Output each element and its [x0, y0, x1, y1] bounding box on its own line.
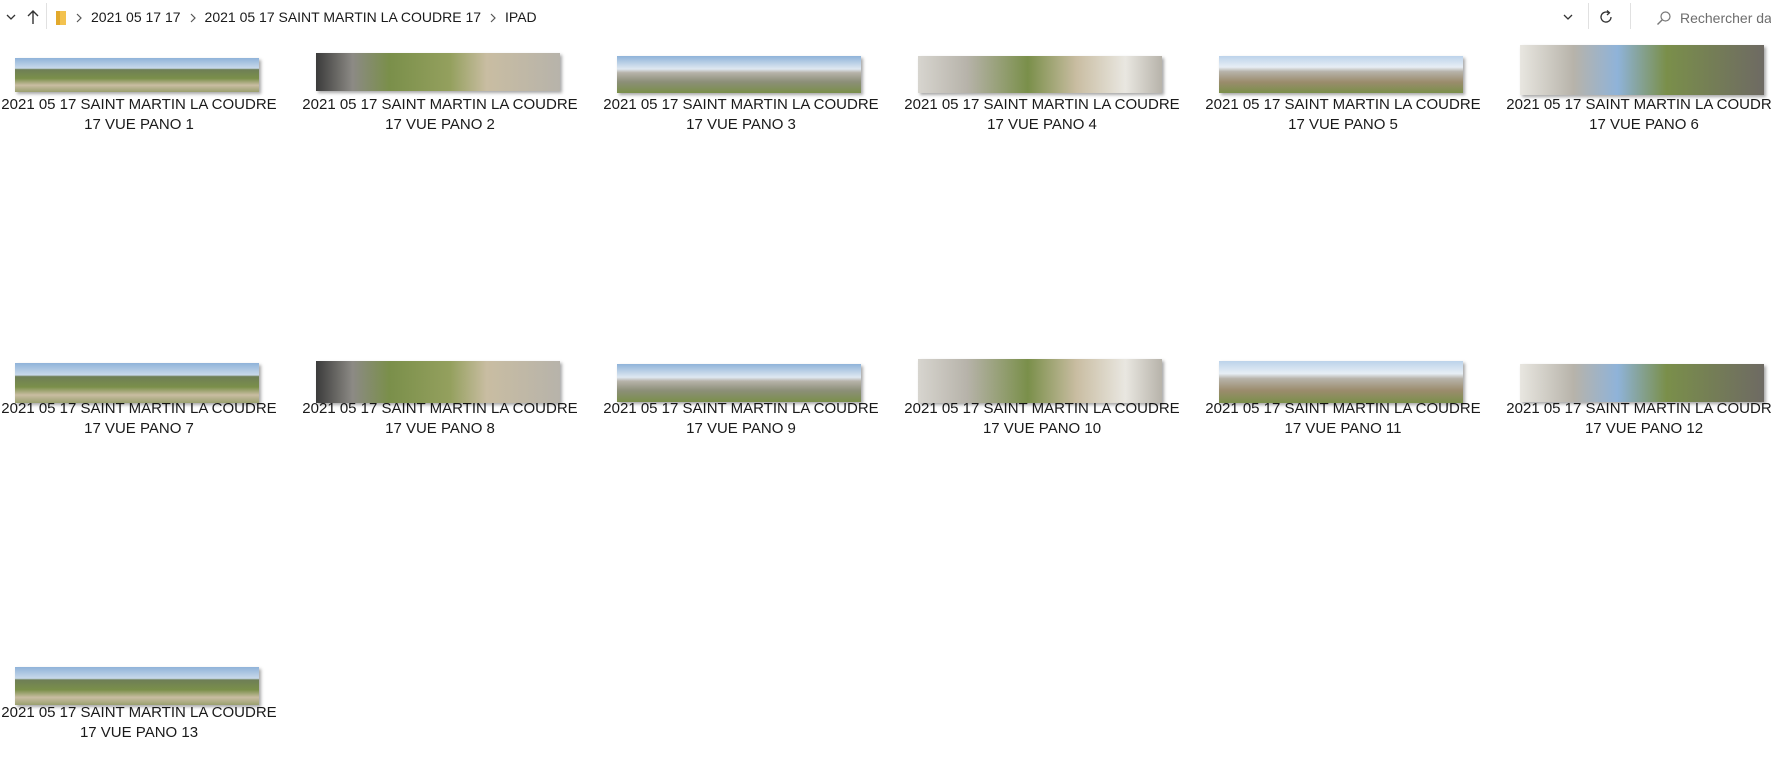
panorama-thumbnail[interactable]	[918, 359, 1162, 403]
file-name: 2021 05 17 SAINT MARTIN LA COUDRE 17 VUE …	[1505, 399, 1771, 439]
file-item[interactable]: 2021 05 17 SAINT MARTIN LA COUDRE 17 VUE …	[1204, 35, 1482, 135]
chevron-right-icon[interactable]	[187, 0, 199, 35]
chevron-down-icon	[1562, 11, 1574, 23]
file-name: 2021 05 17 SAINT MARTIN LA COUDRE 17 VUE …	[1505, 95, 1771, 135]
thumbnail-slot	[1204, 339, 1482, 403]
file-name: 2021 05 17 SAINT MARTIN LA COUDRE 17 VUE …	[1204, 95, 1482, 135]
file-item[interactable]: 2021 05 17 SAINT MARTIN LA COUDRE 17 VUE …	[301, 339, 579, 439]
file-name-line-2: 17 VUE PANO 2	[385, 116, 495, 133]
file-item[interactable]: 2021 05 17 SAINT MARTIN LA COUDRE 17 VUE …	[602, 339, 880, 439]
file-name-line-2: 17 VUE PANO 12	[1584, 420, 1704, 437]
file-name-line-2: 17 VUE PANO 1	[84, 116, 194, 133]
file-item[interactable]: 2021 05 17 SAINT MARTIN LA COUDRE 17 VUE …	[0, 35, 278, 135]
file-name-line-2: 17 VUE PANO 7	[84, 420, 194, 437]
file-name-line-2: 17 VUE PANO 4	[987, 116, 1097, 133]
thumbnail-slot	[602, 35, 880, 95]
up-arrow-icon	[26, 9, 40, 25]
thumbnail-slot	[1505, 339, 1771, 402]
file-item[interactable]: 2021 05 17 SAINT MARTIN LA COUDRE 17 VUE …	[1505, 35, 1771, 135]
file-name: 2021 05 17 SAINT MARTIN LA COUDRE 17 VUE …	[0, 399, 278, 439]
file-name: 2021 05 17 SAINT MARTIN LA COUDRE 17 VUE …	[903, 399, 1181, 439]
thumbnail-slot	[1204, 35, 1482, 95]
search-input[interactable]	[1680, 9, 1771, 26]
file-name-line-2: 17 VUE PANO 5	[1288, 116, 1398, 133]
file-name-line-1: 2021 05 17 SAINT MARTIN LA COUDRE	[603, 400, 879, 417]
file-name: 2021 05 17 SAINT MARTIN LA COUDRE 17 VUE …	[602, 95, 880, 135]
file-item[interactable]: 2021 05 17 SAINT MARTIN LA COUDRE 17 VUE …	[1505, 339, 1771, 439]
file-item[interactable]: 2021 05 17 SAINT MARTIN LA COUDRE 17 VUE …	[0, 643, 278, 743]
file-item[interactable]: 2021 05 17 SAINT MARTIN LA COUDRE 17 VUE …	[0, 339, 278, 439]
file-item[interactable]: 2021 05 17 SAINT MARTIN LA COUDRE 17 VUE …	[903, 339, 1181, 439]
panorama-thumbnail[interactable]	[1219, 361, 1463, 403]
file-item[interactable]: 2021 05 17 SAINT MARTIN LA COUDRE 17 VUE …	[602, 35, 880, 135]
divider	[1630, 3, 1631, 29]
breadcrumb-item[interactable]: IPAD	[499, 0, 543, 35]
file-name-line-2: 17 VUE PANO 3	[686, 116, 796, 133]
file-name: 2021 05 17 SAINT MARTIN LA COUDRE 17 VUE …	[301, 95, 579, 135]
file-name-line-1: 2021 05 17 SAINT MARTIN LA COUDRE	[1, 704, 277, 721]
up-button[interactable]	[22, 6, 44, 28]
panorama-thumbnail[interactable]	[15, 667, 259, 705]
file-name: 2021 05 17 SAINT MARTIN LA COUDRE 17 VUE …	[301, 399, 579, 439]
panorama-thumbnail[interactable]	[15, 363, 259, 403]
recent-locations-button[interactable]	[0, 6, 22, 28]
chevron-right-icon[interactable]	[487, 0, 499, 35]
thumbnail-slot	[0, 339, 278, 403]
panorama-thumbnail[interactable]	[1520, 364, 1764, 402]
panorama-thumbnail[interactable]	[1219, 56, 1463, 93]
thumbnail-slot	[602, 339, 880, 402]
divider	[46, 3, 47, 29]
thumbnail-slot	[0, 643, 278, 705]
file-name: 2021 05 17 SAINT MARTIN LA COUDRE 17 VUE …	[1204, 399, 1482, 439]
panorama-thumbnail[interactable]	[316, 53, 560, 91]
breadcrumb: 2021 05 17 17 2021 05 17 SAINT MARTIN LA…	[53, 0, 543, 35]
file-name: 2021 05 17 SAINT MARTIN LA COUDRE 17 VUE …	[602, 399, 880, 439]
file-name: 2021 05 17 SAINT MARTIN LA COUDRE 17 VUE …	[0, 703, 278, 743]
file-name-line-1: 2021 05 17 SAINT MARTIN LA COUDRE	[904, 96, 1180, 113]
file-name-line-1: 2021 05 17 SAINT MARTIN LA COUDRE	[1, 96, 277, 113]
thumbnail-slot	[0, 35, 278, 95]
file-item[interactable]: 2021 05 17 SAINT MARTIN LA COUDRE 17 VUE …	[1204, 339, 1482, 439]
thumbnail-slot	[301, 35, 579, 95]
file-item[interactable]: 2021 05 17 SAINT MARTIN LA COUDRE 17 VUE …	[301, 35, 579, 135]
panorama-thumbnail[interactable]	[15, 58, 259, 92]
chevron-right-icon[interactable]	[73, 0, 85, 35]
file-name-line-1: 2021 05 17 SAINT MARTIN LA COUDRE	[1506, 400, 1771, 417]
panorama-thumbnail[interactable]	[1520, 45, 1764, 95]
file-name-line-2: 17 VUE PANO 8	[385, 420, 495, 437]
file-name-line-2: 17 VUE PANO 11	[1284, 420, 1402, 437]
panorama-thumbnail[interactable]	[617, 364, 861, 402]
address-dropdown-button[interactable]	[1557, 6, 1579, 28]
folder-icon	[53, 9, 69, 27]
thumbnail-slot	[1505, 35, 1771, 95]
file-name-line-1: 2021 05 17 SAINT MARTIN LA COUDRE	[603, 96, 879, 113]
file-name-line-2: 17 VUE PANO 10	[982, 420, 1102, 437]
file-name-line-1: 2021 05 17 SAINT MARTIN LA COUDRE	[1506, 96, 1771, 113]
file-explorer-window: 2021 05 17 17 2021 05 17 SAINT MARTIN LA…	[0, 0, 1771, 761]
file-item[interactable]: 2021 05 17 SAINT MARTIN LA COUDRE 17 VUE …	[903, 35, 1181, 135]
breadcrumb-item[interactable]: 2021 05 17 SAINT MARTIN LA COUDRE 17	[199, 0, 488, 35]
file-name: 2021 05 17 SAINT MARTIN LA COUDRE 17 VUE …	[0, 95, 278, 135]
refresh-icon	[1598, 9, 1614, 25]
panorama-thumbnail[interactable]	[918, 56, 1162, 93]
thumbnail-slot	[903, 35, 1181, 95]
file-name-line-1: 2021 05 17 SAINT MARTIN LA COUDRE	[302, 96, 578, 113]
panorama-thumbnail[interactable]	[617, 56, 861, 93]
file-grid: 2021 05 17 SAINT MARTIN LA COUDRE 17 VUE …	[0, 35, 1771, 761]
breadcrumb-item[interactable]: 2021 05 17 17	[85, 0, 187, 35]
thumbnail-slot	[903, 339, 1181, 403]
chevron-down-icon	[5, 11, 17, 23]
search-icon	[1656, 9, 1672, 27]
refresh-button[interactable]	[1595, 6, 1617, 28]
file-name-line-2: 17 VUE PANO 9	[686, 420, 796, 437]
panorama-thumbnail[interactable]	[316, 361, 560, 403]
search-box[interactable]	[1652, 0, 1771, 35]
file-name: 2021 05 17 SAINT MARTIN LA COUDRE 17 VUE …	[903, 95, 1181, 135]
address-bar: 2021 05 17 17 2021 05 17 SAINT MARTIN LA…	[0, 0, 1771, 35]
file-name-line-2: 17 VUE PANO 6	[1589, 116, 1699, 133]
file-name-line-2: 17 VUE PANO 13	[79, 724, 199, 741]
thumbnail-slot	[301, 339, 579, 403]
file-name-line-1: 2021 05 17 SAINT MARTIN LA COUDRE	[1205, 96, 1481, 113]
divider	[1588, 3, 1589, 29]
